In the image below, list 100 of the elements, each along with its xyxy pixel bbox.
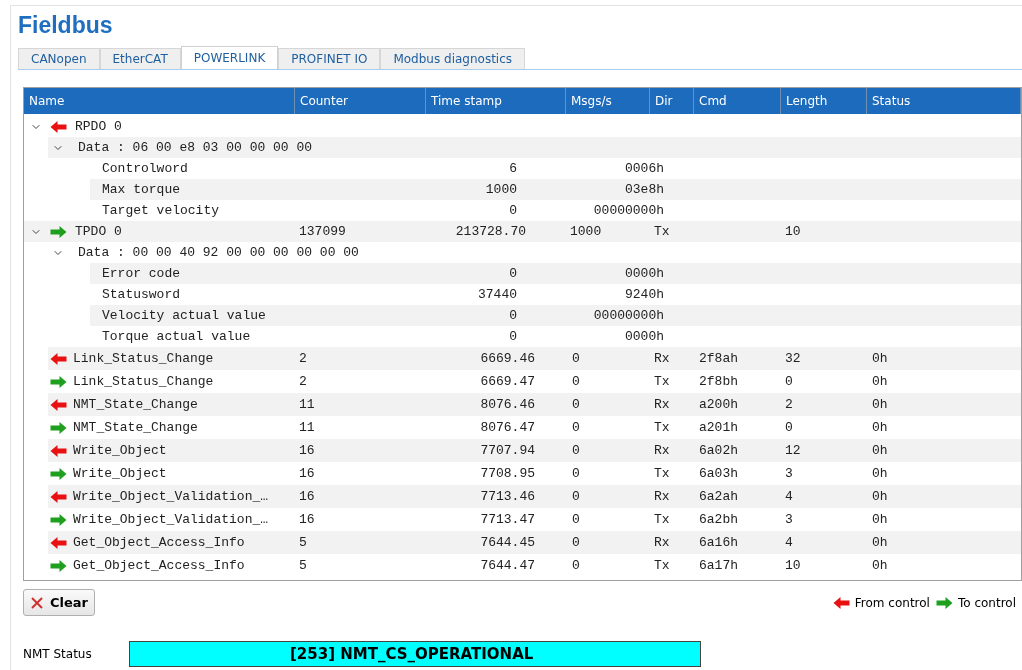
table-cell-text: Tx	[654, 464, 670, 483]
table-row[interactable]: Write_Object 16 7707.94 0 Rx 6a02h 12 0h	[48, 439, 1021, 462]
table-cell-text: 3	[785, 510, 793, 529]
signal-name: Target velocity	[102, 201, 220, 220]
clear-button[interactable]: Clear	[23, 589, 95, 616]
table-row[interactable]: Data : 06 00 e8 03 00 00 00 00	[48, 137, 1021, 158]
page-title: Fieldbus	[18, 14, 113, 37]
table-cell-text: 32	[785, 349, 801, 368]
tab[interactable]: POWERLINK	[180, 46, 279, 69]
tab[interactable]: EtherCAT	[99, 48, 181, 69]
table-cell-text: 0	[785, 372, 793, 391]
table-cell-text: 0000h	[625, 264, 664, 283]
message-name: Link_Status_Change	[73, 372, 214, 391]
nmt-status-display: [253] NMT_CS_OPERATIONAL	[129, 641, 701, 667]
table-cell-text: 6a02h	[699, 441, 738, 460]
column-header[interactable]: Name	[24, 88, 295, 114]
table-cell-text: 11	[299, 418, 315, 437]
table-cell-text: 6669.46	[480, 349, 535, 368]
tab[interactable]: PROFINET IO	[278, 48, 381, 69]
tree-item-label: RPDO 0	[75, 117, 122, 136]
table-cell-text: 2	[299, 349, 307, 368]
table-cell-text: Rx	[654, 533, 670, 552]
table-cell-text: 0006h	[625, 159, 664, 178]
table-cell-text: 03e8h	[625, 180, 664, 199]
table-cell-text: 0	[572, 464, 580, 483]
signal-name: Statusword	[102, 285, 180, 304]
column-header[interactable]: Cmd	[694, 88, 781, 114]
table-row[interactable]: NMT_State_Change 11 8076.46 0 Rx a200h 2 0h	[48, 393, 1021, 416]
tree-item-label: Data : 06 00 e8 03 00 00 00 00	[78, 138, 313, 157]
table-cell-text: 16	[299, 441, 315, 460]
table-cell-text: 0	[572, 441, 580, 460]
table-cell-text: 2f8ah	[699, 349, 738, 368]
table-cell-text: 0h	[872, 556, 888, 575]
table-cell-text: 1000	[570, 222, 602, 241]
table-cell-text: 7644.47	[480, 556, 535, 575]
table-cell-text: 0h	[872, 372, 888, 391]
column-header[interactable]: Dir	[650, 88, 694, 114]
legend-label: To control	[957, 594, 1016, 612]
column-header[interactable]: Counter	[295, 88, 426, 114]
table-cell-text: 5	[299, 533, 307, 552]
table-cell-text: 37440	[478, 285, 517, 304]
column-header[interactable]: Status	[867, 88, 1021, 114]
table-cell-text: 16	[299, 464, 315, 483]
table-cell-text: Tx	[654, 372, 670, 391]
table-cell-text: 7713.46	[480, 487, 535, 506]
table-cell-text: 11	[299, 395, 315, 414]
table-cell-text: 2	[785, 395, 793, 414]
table-cell-text: 12	[785, 441, 801, 460]
message-name: Link_Status_Change	[73, 349, 214, 368]
table-cell-text: 6669.47	[480, 372, 535, 391]
table-cell-text: 00000000h	[593, 306, 664, 325]
table-row[interactable]: TPDO 0 137099 213728.70 1000 Tx 10	[24, 221, 1021, 242]
table-cell-text: 6a2ah	[699, 487, 738, 506]
table-cell-text: 10	[785, 556, 801, 575]
message-name: NMT_State_Change	[73, 395, 198, 414]
table-cell-text: 6a17h	[699, 556, 738, 575]
table-cell-text: 137099	[299, 222, 346, 241]
table-cell-text: 7707.94	[480, 441, 535, 460]
table-row[interactable]: Write_Object_Validation_… 16 7713.46 0 Rx 6a2ah 4 0h	[48, 485, 1021, 508]
table-cell-text: 7644.45	[480, 533, 535, 552]
table-cell-text: 0	[572, 533, 580, 552]
table-cell-text: 0h	[872, 418, 888, 437]
message-name: Get_Object_Access_Info	[73, 533, 245, 552]
table-cell-text: 0h	[872, 441, 888, 460]
table-row[interactable]: Link_Status_Change 2 6669.46 0 Rx 2f8ah 32 0h	[48, 347, 1021, 370]
table-cell-text: 0	[509, 201, 517, 220]
signal-name: Controlword	[102, 159, 188, 178]
table-cell-text: Tx	[654, 418, 670, 437]
table-cell-text: 8076.47	[480, 418, 535, 437]
table-cell-text: 0	[572, 418, 580, 437]
table-cell-text: 6a16h	[699, 533, 738, 552]
column-header[interactable]: Time stamp	[426, 88, 566, 114]
message-name: Write_Object_Validation_…	[73, 487, 269, 506]
column-header[interactable]: Msgs/s	[566, 88, 650, 114]
message-name: Write_Object	[73, 464, 167, 483]
table-cell-text: 0h	[872, 464, 888, 483]
message-name: Get_Object_Access_Info	[73, 556, 245, 575]
table-cell-text: Rx	[654, 349, 670, 368]
table-cell-text: Rx	[654, 395, 670, 414]
table-cell-text: 3	[785, 464, 793, 483]
table-cell-text: 8076.46	[480, 395, 535, 414]
table-cell-text: 10	[785, 222, 801, 241]
table-cell-text: 0h	[872, 510, 888, 529]
table-row[interactable]: Get_Object_Access_Info 5 7644.45 0 Rx 6a16h 4 0h	[48, 531, 1021, 554]
table-cell-text: 0	[572, 349, 580, 368]
table-cell-text: 0	[572, 395, 580, 414]
tab[interactable]: CANopen	[18, 48, 100, 69]
column-header[interactable]: Length	[781, 88, 867, 114]
nmt-status-label: NMT Status	[23, 646, 93, 663]
table-cell-text: 0	[509, 327, 517, 346]
table-cell-text: 2f8bh	[699, 372, 738, 391]
table-cell-text: 0000h	[625, 327, 664, 346]
table-cell-text: 1000	[485, 180, 517, 199]
table-cell-text: 0	[572, 556, 580, 575]
tab[interactable]: Modbus diagnostics	[380, 48, 526, 69]
table-cell-text: 0	[572, 372, 580, 391]
table-cell-text: Tx	[654, 222, 670, 241]
table-cell-text: 0	[572, 487, 580, 506]
table-cell-text: 16	[299, 487, 315, 506]
close-icon	[30, 595, 44, 610]
